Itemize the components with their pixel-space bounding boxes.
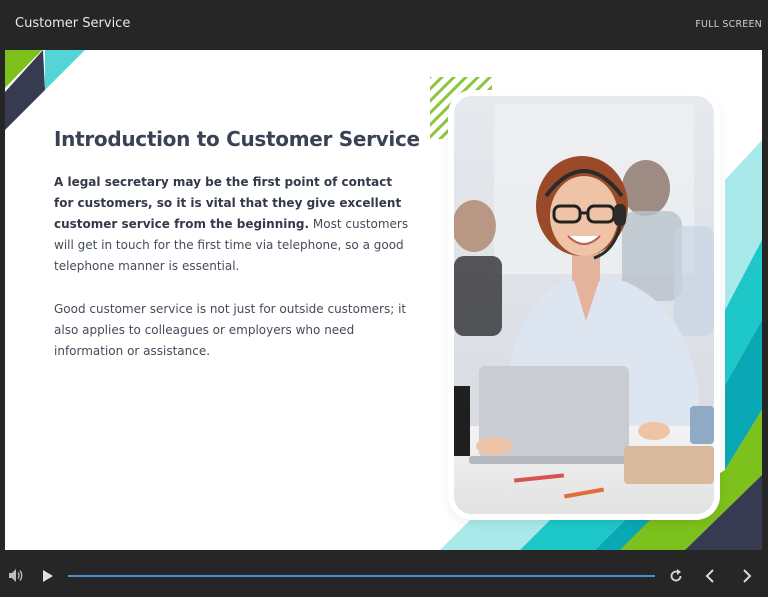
player-controls: [0, 555, 768, 597]
next-icon[interactable]: [742, 569, 752, 583]
prev-icon[interactable]: [705, 569, 715, 583]
progress-bar[interactable]: [68, 575, 655, 577]
slide-canvas: Introduction to Customer Service A legal…: [5, 50, 762, 550]
volume-icon[interactable]: [9, 569, 24, 582]
customer-service-photo: [454, 96, 714, 514]
slide-heading: Introduction to Customer Service: [54, 127, 420, 151]
replay-icon[interactable]: [669, 569, 683, 583]
fullscreen-button[interactable]: FULL SCREEN: [695, 19, 762, 30]
course-title: Customer Service: [15, 16, 131, 31]
paragraph-2: Good customer service is not just for ou…: [54, 302, 407, 358]
paragraph-1: A legal secretary may be the first point…: [54, 172, 409, 277]
top-bar: Customer Service FULL SCREEN: [0, 0, 768, 50]
slide-body: A legal secretary may be the first point…: [54, 172, 409, 362]
play-icon[interactable]: [43, 570, 53, 582]
